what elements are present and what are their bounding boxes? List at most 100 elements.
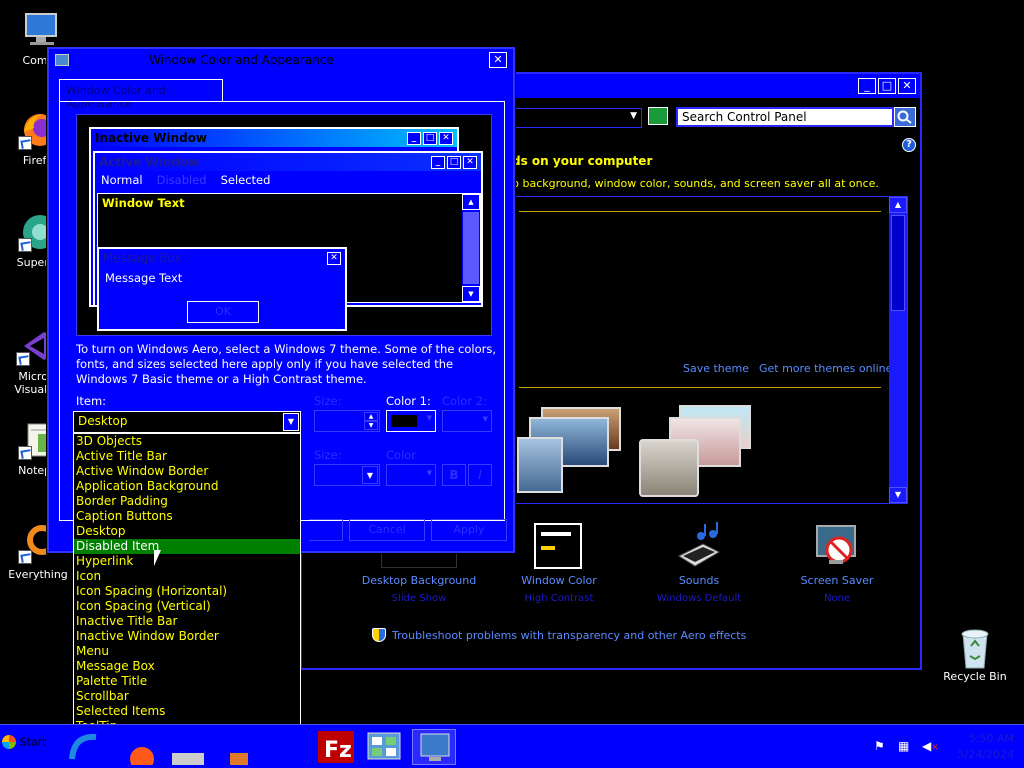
bold-button[interactable]: B	[442, 464, 466, 486]
color1-label: Color 1:	[386, 394, 431, 408]
item-option[interactable]: Desktop	[74, 524, 300, 539]
theme-thumbnail[interactable]	[637, 405, 751, 497]
item-option[interactable]: Active Title Bar	[74, 449, 300, 464]
scrollbar-thumb[interactable]	[891, 215, 905, 311]
mouse-cursor-icon	[154, 550, 161, 566]
taskbar: Start Fz ⚑ ▦ ◀✕ 5:50 AM 5/24/2024	[0, 724, 1024, 768]
apply-button[interactable]: Apply	[431, 519, 507, 541]
address-bar[interactable]: ▼	[512, 108, 642, 128]
taskbar-paint-button[interactable]	[216, 729, 260, 765]
chevron-down-icon[interactable]: ▼	[630, 111, 637, 121]
page-heading: ds on your computer	[512, 154, 653, 168]
volume-muted-icon[interactable]: ◀✕	[922, 739, 939, 755]
screen-saver-link[interactable]: Screen Saver None	[772, 522, 902, 604]
item-option[interactable]: Menu	[74, 644, 300, 659]
recycle-bin-icon	[955, 626, 995, 669]
item-option[interactable]: Inactive Window Border	[74, 629, 300, 644]
item-option[interactable]: Icon	[74, 569, 300, 584]
divider	[519, 387, 881, 388]
item-option[interactable]: Border Padding	[74, 494, 300, 509]
troubleshoot-link[interactable]: Troubleshoot problems with transparency …	[372, 628, 746, 642]
taskbar-app-button[interactable]	[266, 729, 310, 765]
refresh-icon[interactable]	[648, 107, 668, 125]
get-more-themes-link[interactable]: Get more themes online	[759, 362, 892, 375]
item-option[interactable]: Icon Spacing (Horizontal)	[74, 584, 300, 599]
windows-logo-icon	[2, 735, 16, 749]
maximize-icon: □	[423, 131, 437, 145]
taskbar-filezilla-button[interactable]: Fz	[314, 729, 358, 765]
taskbar-edge-button[interactable]	[66, 729, 110, 765]
item-option[interactable]: Scrollbar	[74, 689, 300, 704]
chevron-down-icon: ▼	[426, 414, 432, 422]
italic-button[interactable]: I	[468, 464, 492, 486]
action-center-flag-icon[interactable]: ⚑	[874, 739, 890, 755]
theme-list[interactable]: Save theme Get more themes online ▲ ▼	[512, 196, 908, 504]
shield-icon	[372, 628, 386, 642]
appearance-preview[interactable]: Inactive Window _ □ ✕ Active Window _ □ …	[76, 114, 492, 336]
chevron-down-icon[interactable]: ▼	[283, 413, 299, 431]
item-option[interactable]: Active Window Border	[74, 464, 300, 479]
save-theme-link[interactable]: Save theme	[683, 362, 749, 375]
tab-window-color[interactable]: Window Color and Appearance	[59, 79, 223, 110]
color1-picker[interactable]: ▼	[386, 410, 436, 432]
item-dropdown[interactable]: Desktop ▼	[73, 411, 301, 433]
color2-picker[interactable]: ▼	[442, 410, 492, 432]
item-option[interactable]: Message Box	[74, 659, 300, 674]
aero-description: To turn on Windows Aero, select a Window…	[76, 342, 497, 386]
taskbar-keyboard-button[interactable]	[166, 729, 210, 765]
clock-time: 5:50 AM	[968, 732, 1014, 745]
item-option[interactable]: Icon Spacing (Vertical)	[74, 599, 300, 614]
dialog-titlebar[interactable]: Window Color and Appearance ✕	[49, 49, 513, 71]
help-icon[interactable]: ?	[902, 138, 916, 152]
sounds-icon	[673, 522, 725, 568]
desktop-icon-recycle-bin[interactable]: Recycle Bin	[940, 626, 1010, 683]
page-subheading: p background, window color, sounds, and …	[512, 177, 879, 190]
computer-icon	[22, 10, 62, 50]
svg-text:Fz: Fz	[324, 738, 352, 763]
item-option[interactable]: Disabled Item	[74, 539, 300, 554]
item-option[interactable]: Inactive Title Bar	[74, 614, 300, 629]
item-option[interactable]: 3D Objects	[74, 434, 300, 449]
chevron-down-icon[interactable]: ▼	[364, 421, 378, 430]
search-input[interactable]: Search Control Panel	[676, 107, 894, 127]
item-option[interactable]: Caption Buttons	[74, 509, 300, 524]
taskbar-control-panel-button[interactable]	[362, 729, 406, 765]
start-button[interactable]: Start	[2, 735, 48, 759]
minimize-button[interactable]: _	[858, 78, 876, 94]
taskbar-firefox-button[interactable]	[116, 729, 160, 768]
preview-scrollbar: ▲ ▼	[462, 194, 480, 302]
scroll-up-button[interactable]: ▲	[889, 197, 907, 213]
close-icon: ✕	[439, 131, 453, 145]
close-button[interactable]: ✕	[489, 52, 507, 68]
font-color-label: Color	[386, 448, 417, 462]
item-option[interactable]: Hyperlink	[74, 554, 300, 569]
close-button[interactable]: ✕	[898, 78, 916, 94]
maximize-icon: □	[447, 155, 461, 169]
divider	[519, 211, 881, 212]
item-option[interactable]: Palette Title	[74, 674, 300, 689]
preview-message-text: Message Text	[105, 271, 183, 285]
ok-button[interactable]	[309, 519, 343, 541]
clock[interactable]: 5:50 AM 5/24/2024	[958, 731, 1014, 763]
theme-thumbnail[interactable]	[515, 407, 621, 493]
font-size-dropdown[interactable]: ▼	[314, 464, 380, 486]
sounds-link[interactable]: Sounds Windows Default	[634, 522, 764, 604]
chevron-up-icon[interactable]: ▲	[364, 412, 378, 421]
shortcut-arrow-icon	[18, 136, 32, 150]
shortcut-arrow-icon	[18, 446, 32, 460]
preview-message-box-title: Message Box	[103, 251, 182, 265]
size-spinner[interactable]: ▲ ▼	[314, 410, 380, 432]
search-icon[interactable]	[894, 107, 916, 127]
item-dropdown-list[interactable]: 3D Objects Active Title Bar Active Window …	[73, 433, 301, 749]
maximize-button[interactable]: □	[878, 78, 896, 94]
taskbar-personalization-button[interactable]	[412, 729, 456, 765]
font-color-picker[interactable]: ▼	[386, 464, 436, 486]
scrollbar[interactable]: ▲ ▼	[889, 197, 907, 503]
item-option[interactable]: Selected Items	[74, 704, 300, 719]
scroll-down-button[interactable]: ▼	[889, 487, 907, 503]
dialog-title: Window Color and Appearance	[149, 53, 334, 67]
cancel-button[interactable]: Cancel	[349, 519, 425, 541]
network-icon[interactable]: ▦	[898, 739, 914, 755]
item-option[interactable]: Application Background	[74, 479, 300, 494]
shortcut-arrow-icon	[18, 550, 32, 564]
